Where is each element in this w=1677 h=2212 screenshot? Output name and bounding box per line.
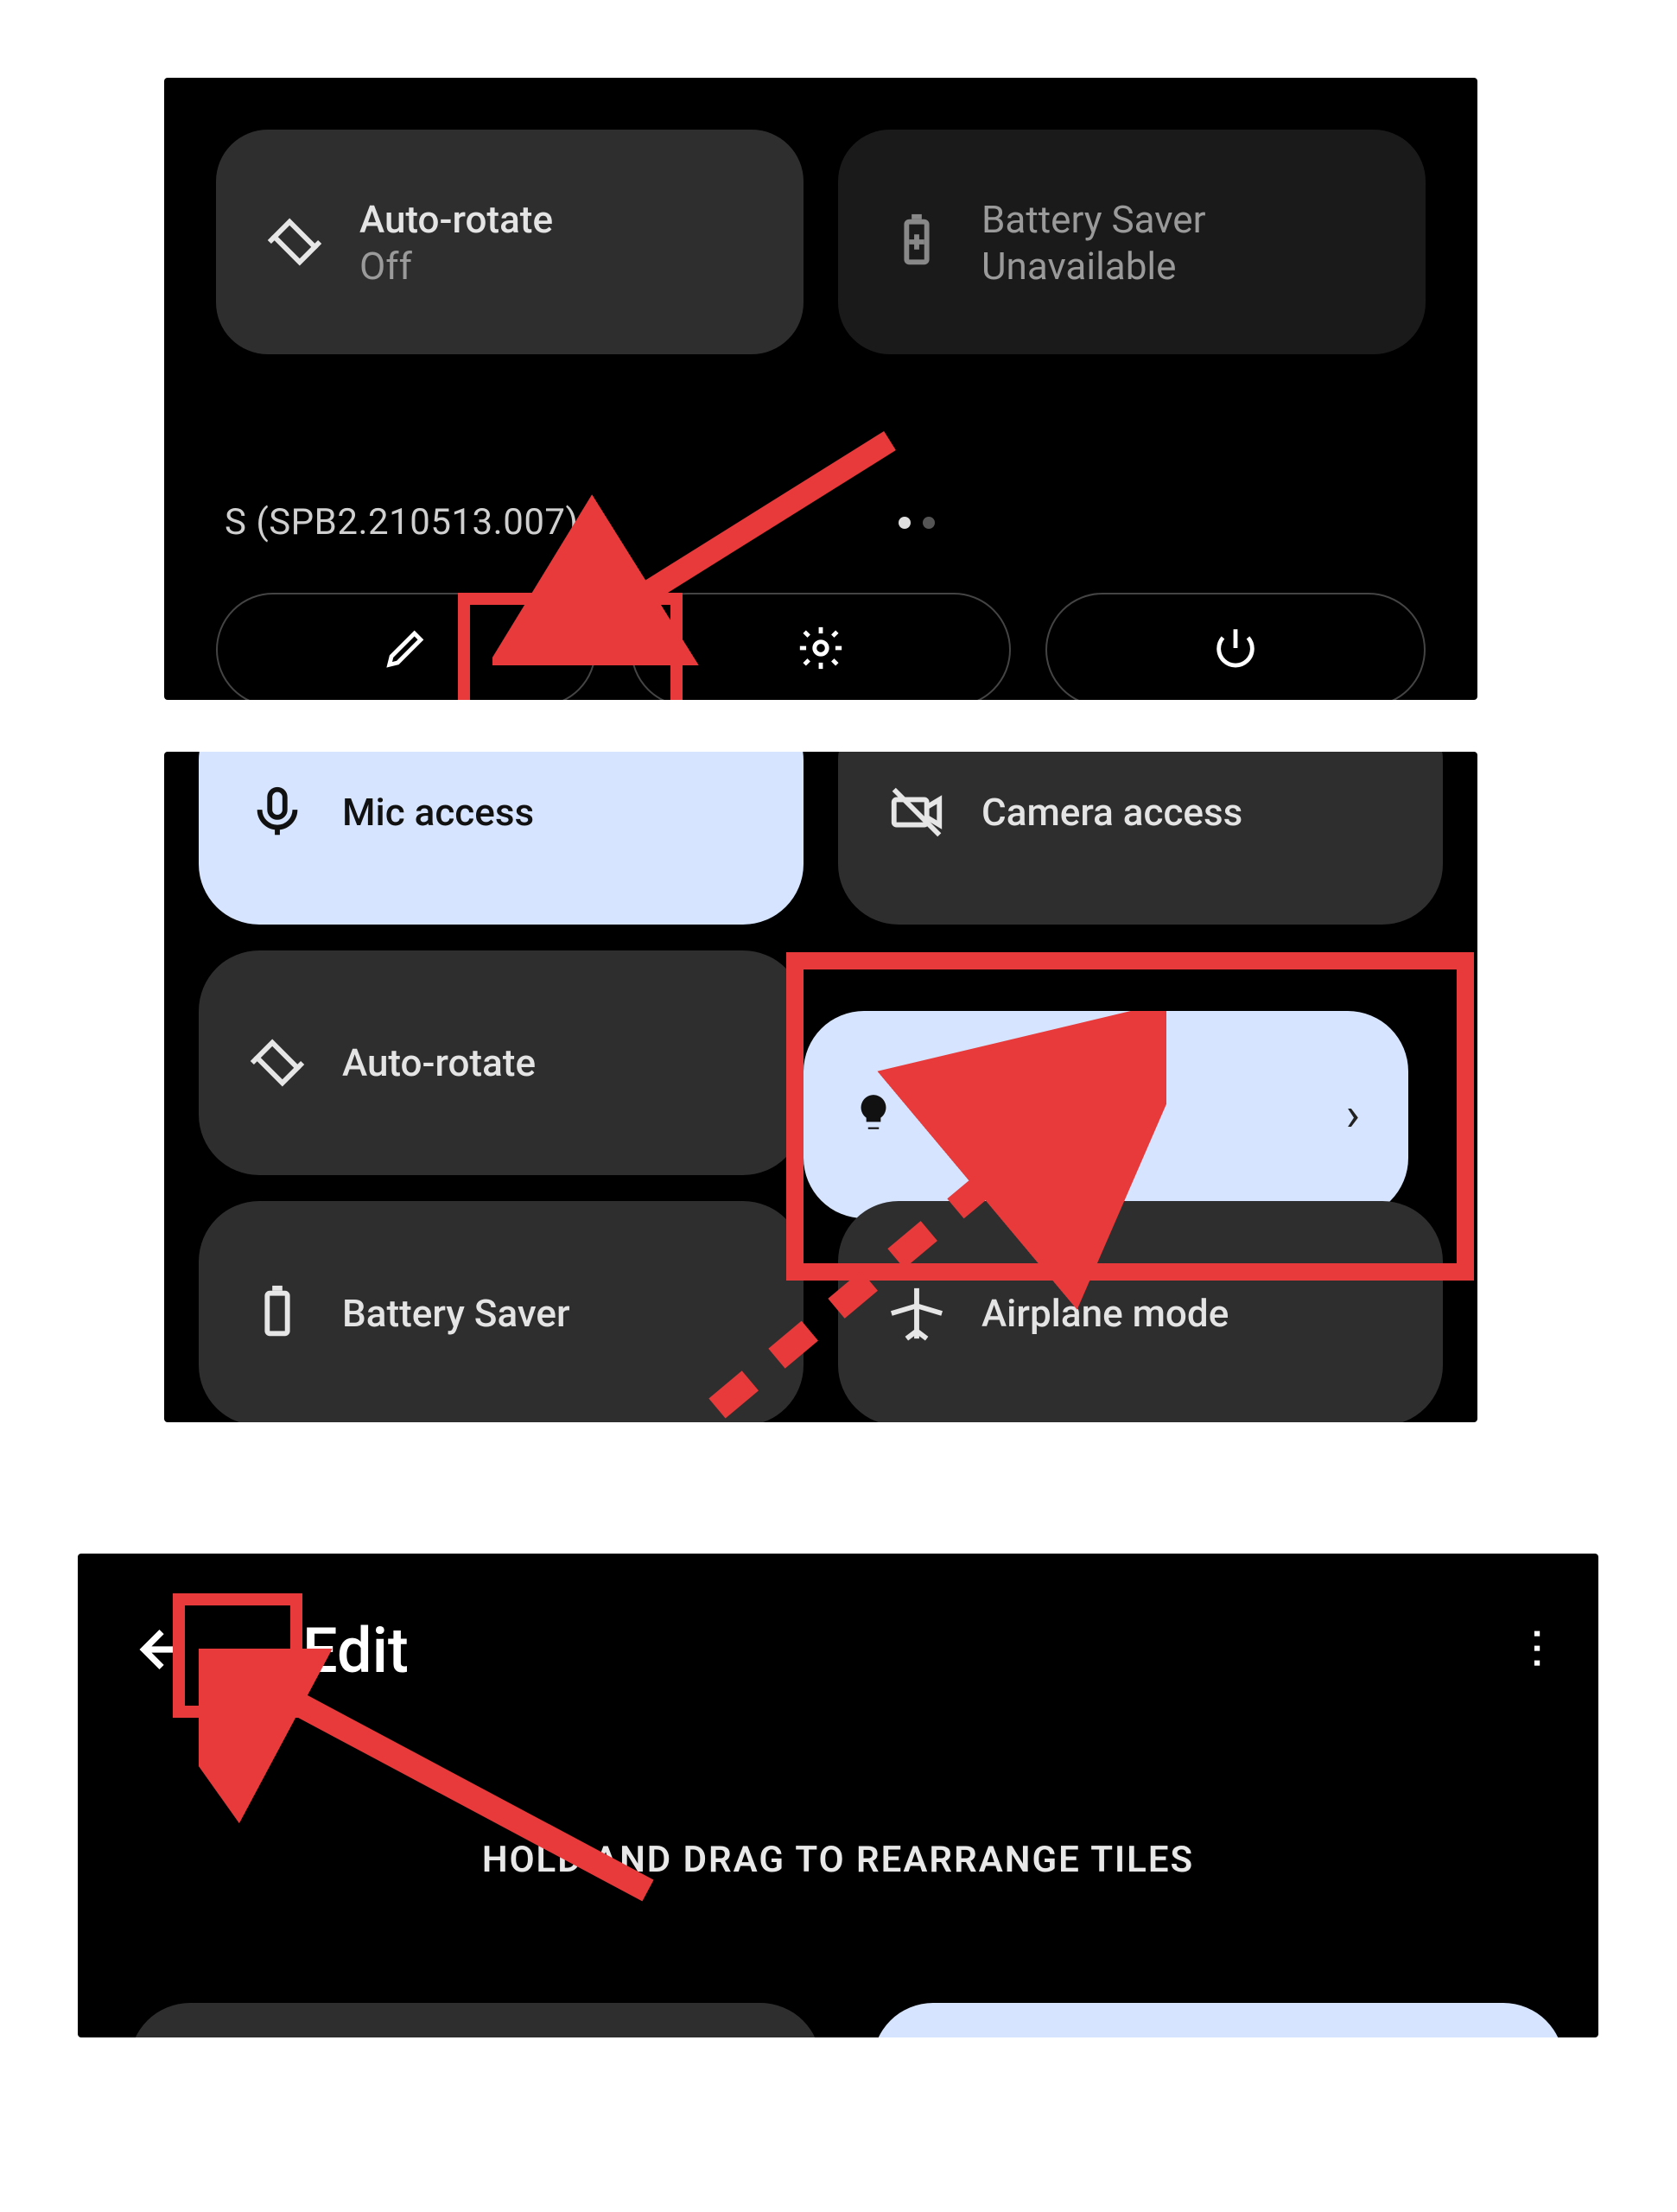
page-indicator (899, 517, 935, 529)
qs-tile-label: Mic access (342, 790, 534, 835)
qs-tile-subtitle: Unavailable (981, 244, 1206, 289)
edit-hint-label: HOLD AND DRAG TO REARRANGE TILES (78, 1839, 1598, 1881)
qs-tile-title: Battery Saver (981, 196, 1206, 244)
auto-rotate-icon (247, 1033, 308, 1093)
annotation-highlight-box (786, 952, 1474, 1281)
qs-row (130, 2003, 1564, 2037)
pencil-icon (381, 623, 431, 677)
qs-row: Mic access Camera access (199, 752, 1443, 925)
qs-tile-text: Battery Saver Unavailable (981, 196, 1206, 289)
qs-tile-subtitle: Off (359, 244, 553, 289)
airplane-icon (886, 1283, 947, 1344)
screenshot-quick-settings-edit-drag: Mic access Camera access Auto-rotate › (164, 752, 1477, 1422)
qs-row: Auto-rotate (199, 950, 804, 1175)
mic-icon (247, 782, 308, 842)
qs-tile-auto-rotate[interactable]: Auto-rotate Off (216, 130, 804, 354)
annotation-highlight-box (173, 1593, 302, 1718)
edit-header: Edit ⫶ (78, 1614, 1598, 1688)
battery-saver-icon (247, 1283, 308, 1344)
qs-tile-label: Battery Saver (342, 1291, 570, 1336)
qs-tile-label: Camera access (981, 790, 1242, 835)
qs-tiles-row: Auto-rotate Off Battery Saver Unavailabl… (216, 130, 1426, 354)
annotation-highlight-box (458, 593, 683, 700)
screenshot-quick-settings-footer: Auto-rotate Off Battery Saver Unavailabl… (164, 78, 1477, 700)
gear-icon (796, 623, 846, 677)
qs-tile-camera-access[interactable]: Camera access (838, 752, 1443, 925)
page-title: Edit (302, 1614, 409, 1688)
auto-rotate-icon (264, 212, 325, 272)
qs-tile-text: Auto-rotate Off (359, 196, 553, 289)
qs-tile-auto-rotate[interactable]: Auto-rotate (199, 950, 804, 1175)
qs-tile-label: Airplane mode (981, 1291, 1229, 1336)
qs-tile-placeholder[interactable] (873, 2003, 1564, 2037)
screenshot-edit-tiles-header: Edit ⫶ HOLD AND DRAG TO REARRANGE TILES (78, 1554, 1598, 2037)
page-dot (923, 517, 935, 529)
qs-tile-mic-access[interactable]: Mic access (199, 752, 804, 925)
power-icon (1210, 623, 1261, 677)
more-vert-icon: ⫶ (1530, 1643, 1547, 1659)
qs-tile-battery-saver[interactable]: Battery Saver Unavailable (838, 130, 1426, 354)
qs-tile-battery-saver[interactable]: Battery Saver (199, 1201, 804, 1422)
camera-off-icon (886, 782, 947, 842)
qs-footer-actions (216, 593, 1426, 700)
more-options-button[interactable]: ⫶ (1530, 1643, 1547, 1659)
qs-tile-title: Auto-rotate (359, 196, 553, 244)
power-button[interactable] (1045, 593, 1426, 700)
settings-button[interactable] (631, 593, 1011, 700)
page-dot-active (899, 517, 911, 529)
battery-saver-icon (886, 212, 947, 272)
build-number-label: S (SPB2.210513.007) (225, 501, 579, 543)
qs-tile-label: Auto-rotate (342, 1040, 536, 1085)
qs-tile-placeholder[interactable] (130, 2003, 821, 2037)
